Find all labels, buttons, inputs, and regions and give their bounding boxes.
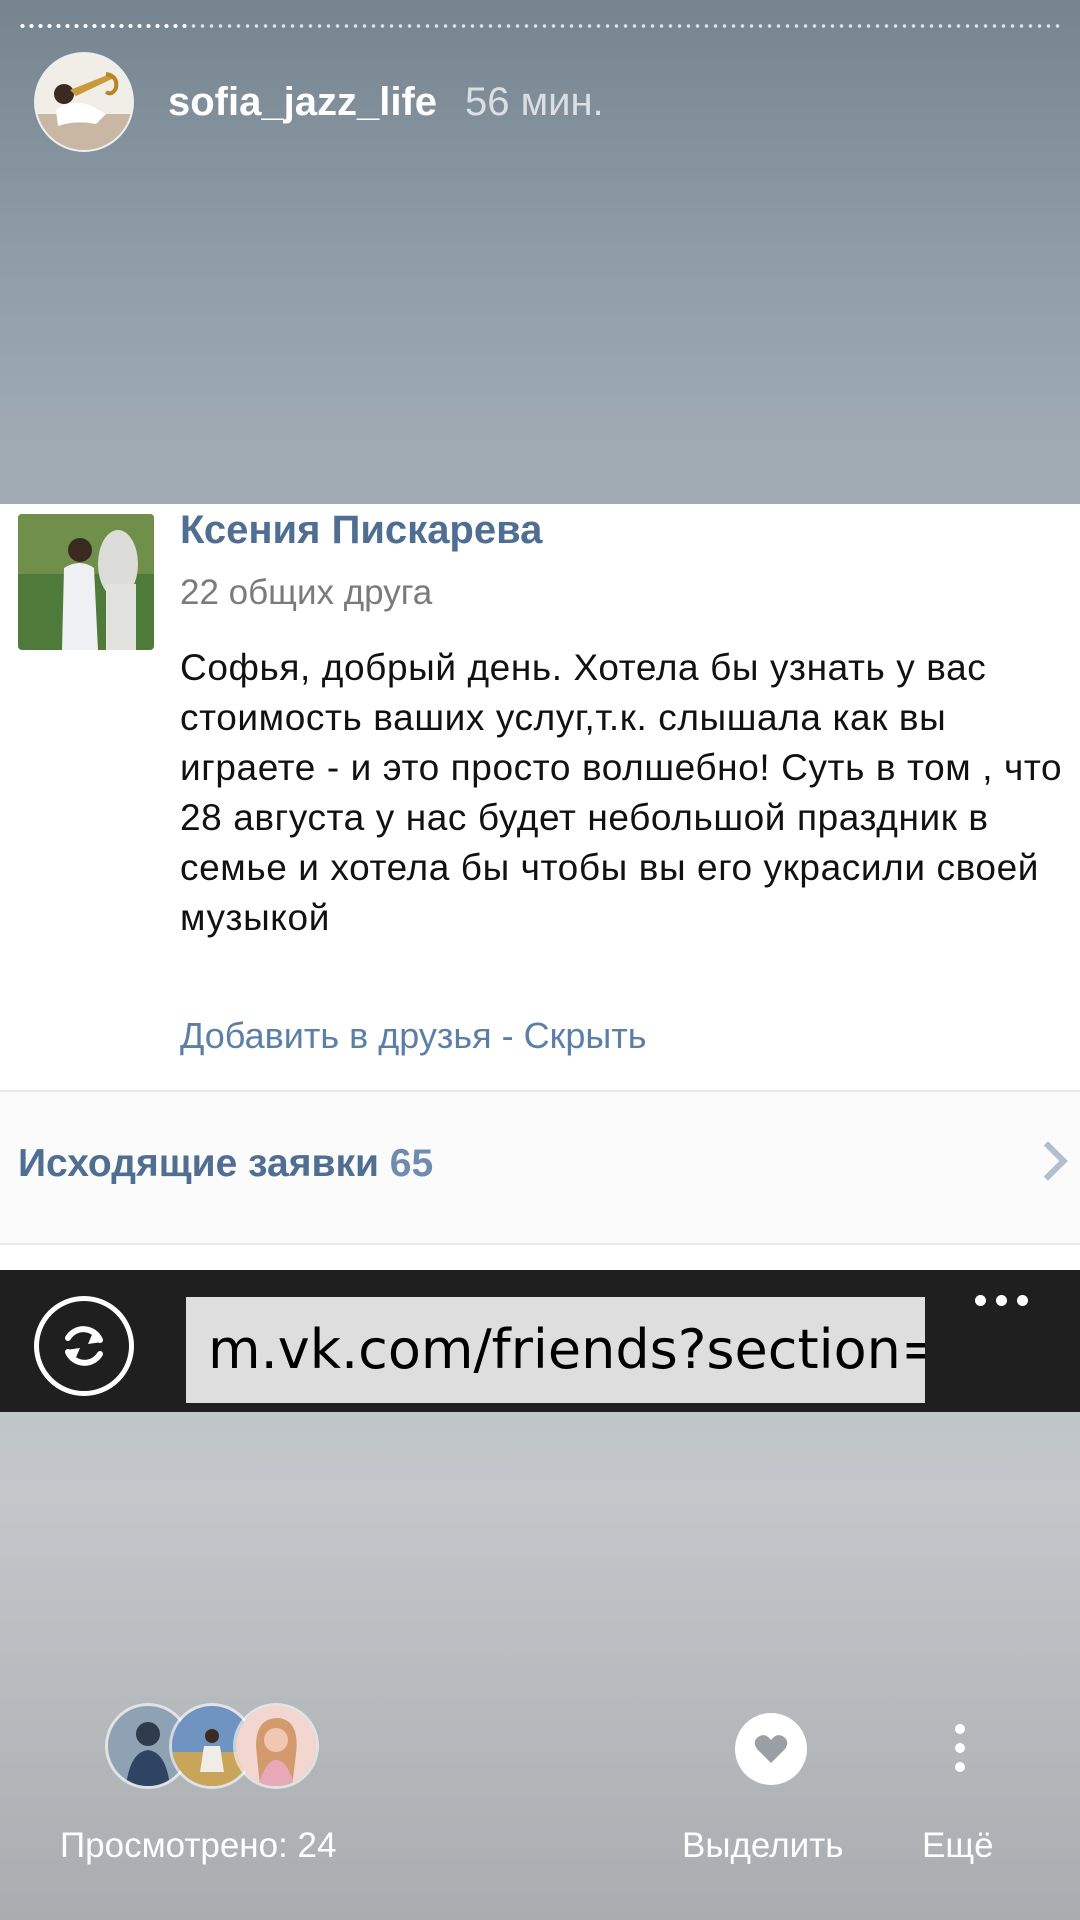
more-label[interactable]: Ещё (922, 1826, 994, 1866)
viewed-count[interactable]: Просмотрено: 24 (60, 1826, 336, 1866)
author-avatar[interactable] (36, 54, 132, 150)
post-time: 56 мин. (465, 79, 604, 124)
mutual-friends: 22 общих друга (180, 573, 433, 612)
outgoing-requests-label: Исходящие заявки (18, 1142, 379, 1185)
friend-name: Ксения Пискарева (180, 508, 543, 552)
divider (0, 1090, 1080, 1092)
friend-photo (18, 514, 154, 650)
hide-link: Скрыть (523, 1015, 647, 1056)
divider (0, 1243, 1080, 1245)
heart-icon (754, 1735, 788, 1763)
author-username[interactable]: sofia_jazz_life (168, 80, 437, 125)
address-bar: m.vk.com/friends?section=re (186, 1297, 925, 1403)
add-friend-link: Добавить в друзья (180, 1015, 492, 1056)
request-message: Софья, добрый день. Хотела бы узнать у в… (180, 647, 1063, 938)
story-progress-seen (18, 24, 188, 28)
more-vertical-icon[interactable] (954, 1724, 966, 1781)
viewer-avatar[interactable] (236, 1706, 316, 1786)
more-horizontal-icon (975, 1295, 1028, 1306)
refresh-icon (34, 1296, 134, 1396)
highlight-button[interactable] (735, 1713, 807, 1785)
request-actions: Добавить в друзья - Скрыть (180, 1015, 647, 1057)
story-header: sofia_jazz_life 56 мин. (36, 52, 604, 152)
highlight-label[interactable]: Выделить (682, 1826, 843, 1866)
actions-separator: - (491, 1015, 524, 1056)
outgoing-requests-count: 65 (389, 1142, 434, 1185)
outgoing-requests: Исходящие заявки 65 (18, 1142, 433, 1186)
